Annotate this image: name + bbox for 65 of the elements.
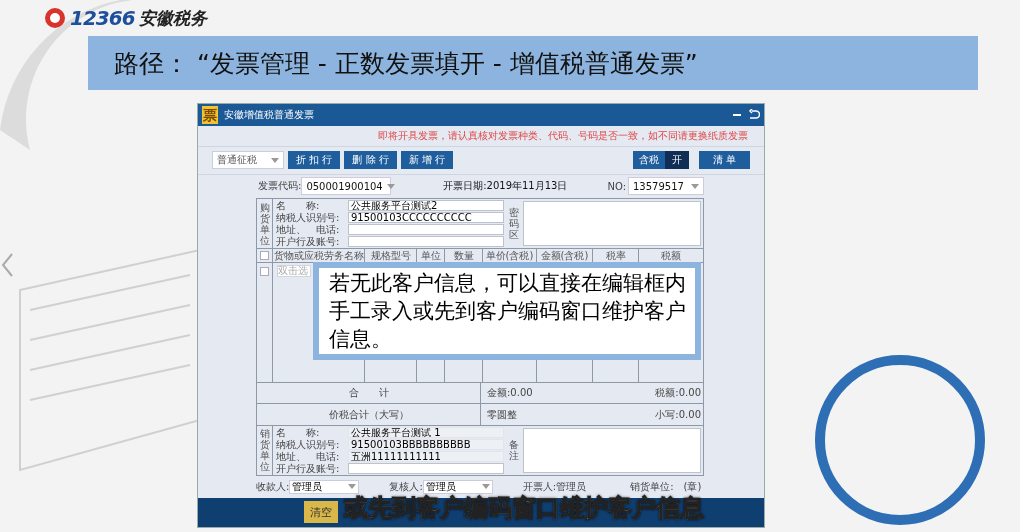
window-title: 安徽增值税普通发票: [224, 107, 315, 122]
logo-number: 12366: [70, 6, 135, 30]
input-field[interactable]: [348, 236, 504, 248]
field-label: 名 称:: [276, 426, 321, 438]
remarks-field[interactable]: [523, 427, 701, 473]
buyer-label: 购货单位: [259, 201, 270, 246]
return-icon[interactable]: [748, 108, 760, 121]
notice-text: 即将开具发票，请认真核对发票种类、代码、号码是否一致，如不同请更换纸质发票: [378, 128, 748, 143]
chevron-left-icon[interactable]: [0, 252, 14, 278]
toolbar-button[interactable]: 新 增 行: [400, 151, 454, 170]
field-label: 纳税人识别号:: [276, 438, 341, 450]
field-label: 纳税人识别号:: [276, 212, 341, 224]
input-field[interactable]: [348, 224, 504, 236]
seal-text: 销货单位: (章): [630, 479, 702, 494]
field-label: 开户行及账号:: [276, 462, 341, 474]
invoice-number-select[interactable]: 13579517: [628, 177, 704, 196]
remarks-label: 备注: [509, 439, 519, 462]
toggle-label: 含税: [632, 151, 665, 170]
invoice-code-select[interactable]: 050001900104: [301, 177, 392, 196]
input-field[interactable]: 公共服务平台测试 1: [348, 426, 504, 438]
payee-label: 收款人:: [256, 479, 290, 494]
code-label: 发票代码:: [258, 179, 302, 194]
drawer-text: 开票人:管理员: [522, 479, 587, 494]
total-tax: 税额:0.00: [655, 386, 701, 401]
toolbar-button[interactable]: 删 除 行: [344, 151, 397, 170]
input-field[interactable]: 公共服务平台测试2: [348, 200, 504, 212]
seller-label: 销货单位: [259, 428, 270, 473]
tax-toggle[interactable]: 含税 开: [632, 151, 689, 170]
select-all-checkbox[interactable]: [260, 251, 269, 261]
reviewer-select[interactable]: 管理员: [422, 479, 493, 494]
input-field[interactable]: [348, 462, 504, 474]
field-label: 地址、 电话:: [276, 224, 341, 236]
field-label: 名 称:: [276, 200, 321, 212]
toggle-state: 开: [664, 151, 689, 170]
number-label: NO:: [607, 180, 626, 192]
dropdown-caret-icon: [348, 484, 357, 490]
footer-button[interactable]: 清空: [304, 501, 338, 524]
invoice-date: 开票日期:2019年11月13日: [443, 179, 568, 194]
cipher-label: 密码区: [509, 207, 519, 241]
input-field[interactable]: 五洲11111111111: [348, 450, 504, 462]
grand-total-words: 零圆整: [487, 407, 517, 422]
row-checkbox[interactable]: [260, 267, 269, 277]
payee-select[interactable]: 管理员: [289, 479, 360, 494]
subtitle-caption: 或先到客户编码窗口维护客户信息: [344, 493, 704, 524]
grand-total-figure: 小写:0.00: [655, 407, 701, 422]
grand-total-label: 价税合计（大写）: [328, 407, 409, 422]
reviewer-label: 复核人:: [389, 479, 423, 494]
dropdown-caret-icon: [481, 484, 490, 490]
total-amount: 金额:0.00: [487, 386, 533, 401]
callout-text: 若无此客户信息，可以直接在编辑框内手工录入或先到客户编码窗口维护客户信息。: [313, 262, 701, 360]
toolbar-button[interactable]: 折 扣 行: [288, 151, 341, 170]
dropdown-caret-icon: [691, 183, 699, 189]
dropdown-caret-icon: [271, 157, 279, 163]
app-logo: 票: [202, 105, 218, 124]
input-field[interactable]: 91500103BBBBBBBBBB: [348, 438, 504, 450]
brand-name: 安徽税务: [138, 6, 207, 30]
total-label: 合 计: [348, 386, 389, 401]
tax-mode-select[interactable]: 普通征税: [212, 151, 284, 170]
dropdown-caret-icon: [386, 183, 395, 189]
field-label: 地址、 电话:: [276, 450, 341, 462]
path-banner: 路径： “发票管理 - 正数发票填开 - 增值税普通发票”: [88, 36, 978, 90]
input-field[interactable]: 91500103CCCCCCCCCC: [348, 212, 504, 224]
list-button[interactable]: 清 单: [698, 151, 750, 170]
field-label: 开户行及账号:: [276, 236, 341, 248]
logo-emblem-icon: [44, 7, 66, 29]
